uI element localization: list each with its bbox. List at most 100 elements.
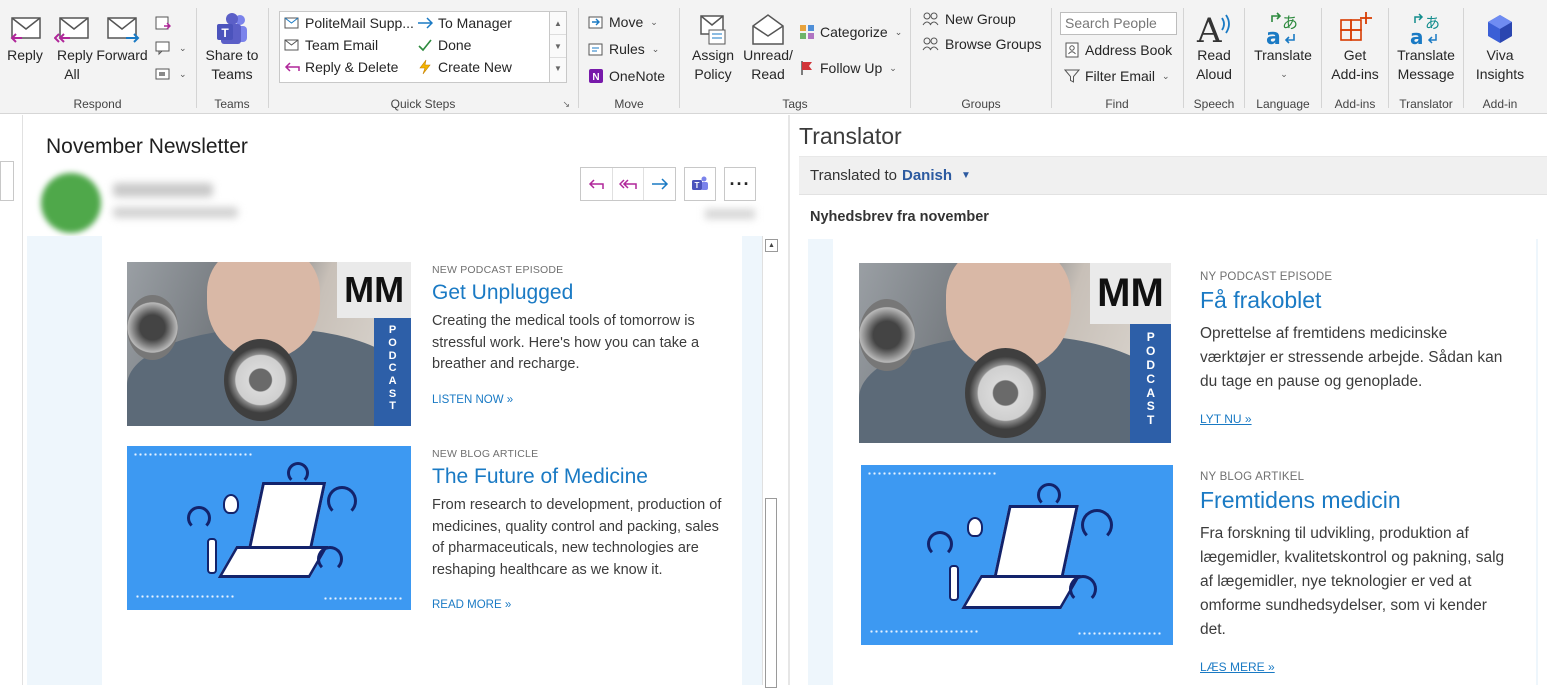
avatar bbox=[41, 173, 101, 233]
quick-step-create-new[interactable]: Create New bbox=[417, 59, 512, 75]
reading-pane: November Newsletter T ··· MM PODCAST NEW… bbox=[0, 115, 790, 688]
translated-article-blog: NY BLOG ARTIKEL Fremtidens medicin Fra f… bbox=[1200, 471, 1510, 674]
podcast-image: MM PODCAST bbox=[127, 262, 411, 426]
quick-step-team-email[interactable]: Team Email bbox=[284, 37, 378, 53]
address-book-button[interactable]: Address Book bbox=[1064, 42, 1172, 58]
podcast-image: MM PODCAST bbox=[859, 263, 1171, 443]
target-language[interactable]: Danish bbox=[902, 167, 952, 184]
follow-up-button[interactable]: Follow Up ⌄ bbox=[799, 60, 897, 76]
im-reply-button[interactable]: ⌄ bbox=[154, 40, 187, 56]
categorize-button[interactable]: Categorize ⌄ bbox=[799, 24, 902, 40]
chat-reply-icon bbox=[155, 41, 170, 56]
addins-icon bbox=[1340, 12, 1372, 41]
browse-groups-button[interactable]: Browse Groups bbox=[922, 36, 1041, 52]
reply-all-action-button[interactable] bbox=[613, 168, 645, 200]
blog-image bbox=[861, 465, 1173, 645]
teams-group: T Share to Teams Teams bbox=[198, 0, 266, 114]
quick-step-reply-delete[interactable]: Reply & Delete bbox=[284, 59, 398, 75]
arrow-right-icon bbox=[418, 17, 433, 29]
podcast-logo: MM bbox=[1089, 263, 1171, 325]
categorize-icon bbox=[800, 25, 814, 39]
scroll-down-icon[interactable]: ▼ bbox=[550, 35, 566, 58]
message-scrollbar[interactable]: ▲ bbox=[762, 236, 779, 688]
forward-button[interactable]: Forward bbox=[96, 6, 148, 65]
quick-step-politemail[interactable]: PoliteMail Supp... bbox=[284, 15, 414, 31]
share-to-teams-button[interactable]: T Share to Teams bbox=[202, 6, 262, 84]
article-title[interactable]: Få frakoblet bbox=[1200, 287, 1510, 314]
divider bbox=[679, 8, 680, 108]
translate-button[interactable]: aあ Translate ⌄ bbox=[1248, 6, 1318, 84]
assign-policy-button[interactable]: Assign Policy bbox=[687, 6, 739, 84]
language-selector[interactable]: Translated to Danish ▼ bbox=[799, 156, 1547, 195]
divider bbox=[1321, 8, 1322, 108]
svg-text:A: A bbox=[1196, 11, 1222, 46]
viva-insights-button[interactable]: Viva Insights bbox=[1467, 6, 1533, 84]
translator-title: Translator bbox=[799, 123, 902, 149]
message-body: MM PODCAST NEW PODCAST EPISODE Get Unplu… bbox=[102, 236, 742, 685]
onenote-icon: N bbox=[589, 69, 603, 83]
quick-steps-group-label: Quick Steps bbox=[390, 97, 456, 111]
article-kicker: NEW BLOG ARTICLE bbox=[432, 448, 539, 460]
translate-message-button[interactable]: aあ Translate Message bbox=[1392, 6, 1460, 84]
dialog-launcher-icon[interactable]: ↘ bbox=[562, 99, 570, 110]
scroll-up-icon[interactable]: ▲ bbox=[550, 12, 566, 35]
more-respond-button[interactable]: ⌄ bbox=[154, 66, 187, 82]
listen-now-link[interactable]: LYT NU » bbox=[1200, 412, 1510, 426]
folder-pane-scroll[interactable] bbox=[0, 161, 14, 201]
caret-down-icon[interactable]: ▼ bbox=[961, 170, 971, 181]
quick-steps-gallery: PoliteMail Supp... To Manager Team Email… bbox=[279, 11, 567, 83]
translated-body: MM PODCAST NY PODCAST EPISODE Få frakobl… bbox=[833, 239, 1536, 685]
onenote-button[interactable]: N OneNote bbox=[588, 68, 665, 84]
expand-gallery-icon[interactable]: ▼ bbox=[550, 58, 566, 80]
article-text: Oprettelse af fremtidens medicinske værk… bbox=[1200, 325, 1503, 390]
listen-now-link[interactable]: LISTEN NOW » bbox=[432, 394, 722, 406]
scroll-up-icon[interactable]: ▲ bbox=[765, 239, 778, 252]
article-text: Creating the medical tools of tomorrow i… bbox=[432, 313, 700, 372]
read-aloud-button[interactable]: A Read Aloud bbox=[1189, 6, 1239, 84]
filter-icon bbox=[1064, 69, 1080, 83]
language-group: aあ Translate ⌄ Language bbox=[1246, 0, 1320, 114]
move-group: Move ⌄ Rules ⌄ N OneNote Move bbox=[580, 0, 678, 114]
rules-icon bbox=[588, 43, 603, 56]
article-title[interactable]: Get Unplugged bbox=[432, 281, 722, 305]
new-group-icon bbox=[922, 12, 939, 26]
read-more-link[interactable]: LÆS MERE » bbox=[1200, 660, 1510, 674]
forward-action-button[interactable] bbox=[644, 168, 675, 200]
laptop-illustration bbox=[247, 482, 327, 550]
viva-insights-icon bbox=[1488, 15, 1512, 43]
reply-action-button[interactable] bbox=[581, 168, 613, 200]
translated-subject: Nyhedsbrev fra november bbox=[810, 209, 989, 225]
chevron-down-icon: ⌄ bbox=[1280, 69, 1288, 79]
svg-text:あ: あ bbox=[1425, 14, 1440, 32]
search-people-input[interactable]: Search People bbox=[1060, 12, 1177, 35]
filter-email-button[interactable]: Filter Email ⌄ bbox=[1064, 68, 1170, 84]
divider bbox=[910, 8, 911, 108]
reply-button[interactable]: Reply bbox=[4, 6, 46, 65]
new-group-button[interactable]: New Group bbox=[922, 11, 1016, 27]
speech-group: A Read Aloud Speech bbox=[1185, 0, 1243, 114]
sender-name-redacted bbox=[113, 183, 213, 197]
article-title[interactable]: The Future of Medicine bbox=[432, 465, 722, 489]
rules-button[interactable]: Rules ⌄ bbox=[588, 41, 659, 57]
meeting-reply-button[interactable] bbox=[154, 15, 172, 31]
more-actions-button[interactable]: ··· bbox=[724, 167, 756, 201]
quick-steps-scrollbar[interactable]: ▲ ▼ ▼ bbox=[549, 12, 566, 82]
reply-all-button[interactable]: Reply All bbox=[50, 6, 94, 84]
quick-step-done[interactable]: Done bbox=[417, 37, 471, 53]
quick-step-to-manager[interactable]: To Manager bbox=[417, 15, 512, 31]
scroll-thumb[interactable] bbox=[765, 498, 777, 688]
divider bbox=[578, 8, 579, 108]
translator-pane: Translator Translated to Danish ▼ Nyheds… bbox=[790, 115, 1547, 685]
get-addins-button[interactable]: Get Add-ins bbox=[1327, 6, 1383, 84]
read-more-link[interactable]: READ MORE » bbox=[432, 599, 722, 611]
unread-read-button[interactable]: Unread/ Read bbox=[741, 6, 795, 84]
teams-action-button[interactable]: T bbox=[684, 167, 716, 201]
groups-group-label: Groups bbox=[961, 97, 1001, 111]
recipient-redacted bbox=[113, 207, 238, 218]
addin-group: Viva Insights Add-in bbox=[1465, 0, 1535, 114]
addins-group-label: Add-ins bbox=[1334, 97, 1376, 111]
article-title[interactable]: Fremtidens medicin bbox=[1200, 487, 1510, 514]
blog-image bbox=[127, 446, 411, 610]
move-button[interactable]: Move ⌄ bbox=[588, 14, 658, 30]
svg-text:T: T bbox=[695, 181, 700, 190]
